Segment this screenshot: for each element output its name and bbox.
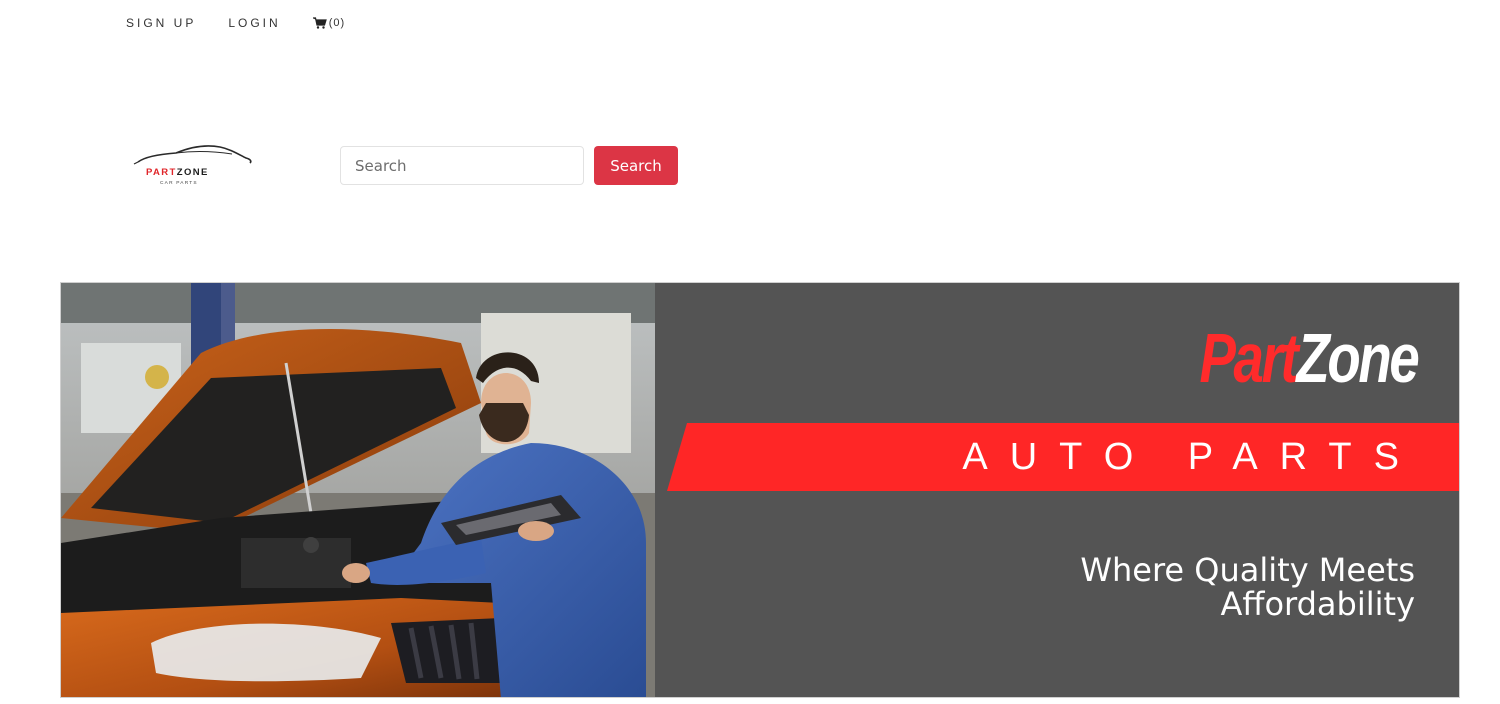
login-link[interactable]: LOGIN: [228, 16, 280, 30]
hero-band-text: AUTO PARTS: [962, 436, 1421, 478]
hero-tagline-line1: Where Quality Meets: [1080, 551, 1415, 589]
site-logo[interactable]: PARTZONE CAR PARTS: [132, 140, 254, 192]
car-silhouette-icon: PARTZONE CAR PARTS: [133, 145, 252, 186]
logo-brand-part2: ZONE: [177, 167, 209, 178]
cart-count: (0): [328, 17, 346, 29]
search-input[interactable]: [340, 146, 584, 185]
hero-brand-part2: Zone: [1295, 319, 1419, 397]
hero-tagline: Where Quality Meets Affordability: [1080, 553, 1415, 621]
cart-link[interactable]: (0): [312, 17, 346, 29]
top-nav: SIGN UP LOGIN (0): [126, 14, 345, 32]
search-button[interactable]: Search: [594, 146, 678, 185]
hero-banner: PartZone AUTO PARTS Where Quality Meets …: [60, 282, 1460, 698]
logo-subtitle: CAR PARTS: [160, 180, 198, 186]
logo-brand-part1: PART: [146, 167, 177, 178]
mechanic-car-photo: [61, 283, 655, 697]
hero-brand-wordmark: PartZone: [1199, 323, 1419, 393]
hero-tagline-line2: Affordability: [1220, 585, 1416, 623]
svg-text:PARTZONE: PARTZONE: [146, 167, 209, 178]
cart-icon: [312, 17, 327, 29]
signup-link[interactable]: SIGN UP: [126, 16, 196, 30]
hero-brand-part1: Part: [1199, 319, 1298, 397]
hero-brand-panel: PartZone AUTO PARTS Where Quality Meets …: [655, 283, 1459, 697]
